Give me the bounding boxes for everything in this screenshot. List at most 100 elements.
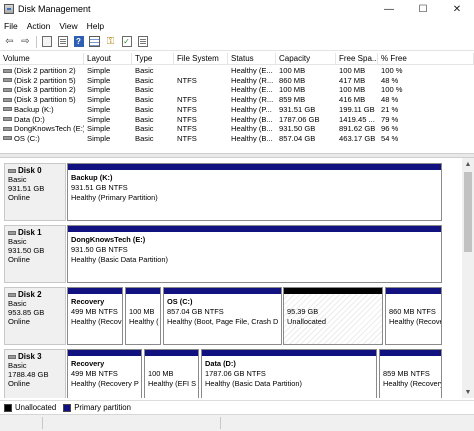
column-header-free-space[interactable]: Free Spa... [336, 53, 378, 65]
volume-icon [3, 97, 12, 102]
menu-action[interactable]: Action [27, 21, 51, 31]
scroll-down-icon[interactable]: ▼ [462, 386, 474, 398]
cell-percent-free: 21 % [381, 104, 399, 114]
partition-details: Recovery 499 MB NTFS Healthy (Recovery P [68, 356, 141, 392]
partition[interactable]: DongKnowsTech (E:) 931.50 GB NTFS Healthy … [67, 225, 442, 283]
volume-name: Data (D:) [14, 114, 45, 124]
cell-layout: Simple [87, 95, 111, 105]
scroll-up-icon[interactable]: ▲ [462, 158, 474, 170]
cell-capacity: 931.50 GB [279, 124, 316, 134]
cell-type: Basic [135, 95, 154, 105]
minimize-button[interactable]: — [372, 0, 406, 18]
partition[interactable]: OS (C:) 857.04 GB NTFS Healthy (Boot, Page… [163, 287, 282, 345]
cell-layout: Simple [87, 85, 111, 95]
partition-details: Data (D:) 1787.06 GB NTFS Healthy (Basic D… [202, 356, 376, 392]
key-button[interactable]: ⚿ [104, 35, 117, 48]
disk-label[interactable]: Disk 3 Basic 1788.48 GB Online [4, 349, 66, 398]
help-icon: ? [73, 36, 84, 47]
partition[interactable]: 859 MB NTFSHealthy (Recovery Par [379, 349, 442, 398]
disk-label[interactable]: Disk 1 Basic 931.50 GB Online [4, 225, 66, 283]
status-bar-divider [220, 417, 221, 429]
column-header-status[interactable]: Status [228, 53, 276, 65]
close-button[interactable]: ✕ [440, 0, 474, 18]
disk-label[interactable]: Disk 2 Basic 953.85 GB Online [4, 287, 66, 345]
volume-row[interactable]: OS (C:) Simple Basic NTFS Healthy (B... 857.0… [0, 134, 474, 144]
cell-volume: (Disk 3 partition 2) [0, 85, 84, 95]
checklist-button[interactable]: ✓ [120, 35, 133, 48]
cell-layout: Simple [87, 133, 111, 143]
volume-icon [3, 68, 12, 73]
partition-name: Recovery [71, 359, 105, 368]
volume-icon [3, 78, 12, 83]
partition[interactable]: Backup (K:) 931.51 GB NTFS Healthy (Primar… [67, 163, 442, 221]
menu-file[interactable]: File [4, 21, 18, 31]
partition[interactable]: 860 MB NTFS Healthy (Recove [385, 287, 442, 345]
volume-row[interactable]: Backup (K:) Simple Basic NTFS Healthy (P... 9… [0, 105, 474, 115]
cell-volume: (Disk 2 partition 2) [0, 66, 84, 76]
partition-size: 100 MB [129, 307, 155, 316]
partition-size: 931.50 GB NTFS [71, 245, 128, 254]
column-header-file-system[interactable]: File System [174, 53, 228, 65]
cell-volume: DongKnowsTech (E:) [0, 124, 84, 134]
column-header-type[interactable]: Type [132, 53, 174, 65]
cell-capacity: 1787.06 GB [279, 114, 320, 124]
legend-label-unallocated: Unallocated [15, 403, 57, 412]
volume-row[interactable]: Data (D:) Simple Basic NTFS Healthy (B... 178… [0, 115, 474, 125]
cell-percent-free: 79 % [381, 114, 399, 124]
cell-file-system: NTFS [177, 124, 197, 134]
volume-row[interactable]: DongKnowsTech (E:) Simple Basic NTFS Healthy… [0, 124, 474, 134]
column-header-capacity[interactable]: Capacity [276, 53, 336, 65]
column-header-volume[interactable]: Volume [0, 53, 84, 65]
partition[interactable]: Recovery 499 MB NTFS Healthy (Recovery P [67, 349, 142, 398]
cell-file-system: NTFS [177, 104, 197, 114]
maximize-button[interactable]: ☐ [406, 0, 440, 18]
menu-view[interactable]: View [59, 21, 77, 31]
column-header-layout[interactable]: Layout [84, 53, 132, 65]
vertical-scrollbar[interactable]: ▲ ▼ [462, 158, 474, 398]
console-tree-icon [41, 36, 52, 47]
scrollbar-thumb[interactable] [464, 172, 472, 252]
partition[interactable]: 100 MB Healthy ( [125, 287, 161, 345]
disk-list-button[interactable] [88, 35, 101, 48]
forward-arrow-icon[interactable]: ⇨ [19, 35, 32, 48]
volume-name: (Disk 2 partition 5) [14, 75, 76, 85]
cell-volume: (Disk 3 partition 5) [0, 95, 84, 105]
partition-name: Backup (K:) [71, 173, 113, 182]
disk-label[interactable]: Disk 0 Basic 931.51 GB Online [4, 163, 66, 221]
cell-free-space: 1419.45 ... [339, 114, 375, 124]
disk-kind: Basic [8, 361, 27, 370]
partition[interactable]: 100 MB Healthy (EFI S [144, 349, 199, 398]
cell-type: Basic [135, 114, 154, 124]
properties-button[interactable] [56, 35, 69, 48]
console-tree-button[interactable] [40, 35, 53, 48]
cell-capacity: 860 MB [279, 75, 306, 85]
legend-swatch-unallocated [4, 403, 12, 412]
disk-state: Online [8, 379, 30, 388]
toolbar-divider [36, 35, 37, 48]
volume-row[interactable]: (Disk 2 partition 5) Simple Basic NTFS Healt… [0, 76, 474, 86]
cell-free-space: 463.17 GB [339, 133, 376, 143]
column-header-percent-free[interactable]: % Free [378, 53, 474, 65]
partition-details: DongKnowsTech (E:) 931.50 GB NTFS Healthy … [68, 232, 441, 268]
volume-row[interactable]: (Disk 3 partition 5) Simple Basic NTFS Healt… [0, 95, 474, 105]
volume-row[interactable]: (Disk 2 partition 2) Simple Basic Healthy (… [0, 66, 474, 76]
menu-help[interactable]: Help [87, 21, 104, 31]
disk-state: Online [8, 317, 30, 326]
window-title: Disk Management [18, 4, 91, 14]
partition-status: Healthy (Primary Partition) [71, 193, 158, 202]
disk-state: Online [8, 193, 30, 202]
back-arrow-icon[interactable]: ⇦ [3, 35, 16, 48]
cell-volume: (Disk 2 partition 5) [0, 76, 84, 86]
unallocated-space[interactable]: 95.39 GB Unallocated [283, 287, 383, 345]
disk-size: 931.50 GB [8, 246, 45, 255]
partition[interactable]: Recovery 499 MB NTFS Healthy (Recov [67, 287, 123, 345]
help-button[interactable]: ? [72, 35, 85, 48]
cell-free-space: 417 MB [339, 75, 366, 85]
partition[interactable]: Data (D:) 1787.06 GB NTFS Healthy (Basic D… [201, 349, 377, 398]
partition-size: 859 MB NTFS [383, 369, 430, 378]
legend-swatch-primary [63, 403, 72, 412]
cell-free-space: 100 MB [339, 66, 366, 75]
partition-status: Healthy (Boot, Page File, Crash D [167, 317, 279, 326]
settings-button[interactable] [136, 35, 149, 48]
volume-row[interactable]: (Disk 3 partition 2) Simple Basic Healthy (… [0, 85, 474, 95]
